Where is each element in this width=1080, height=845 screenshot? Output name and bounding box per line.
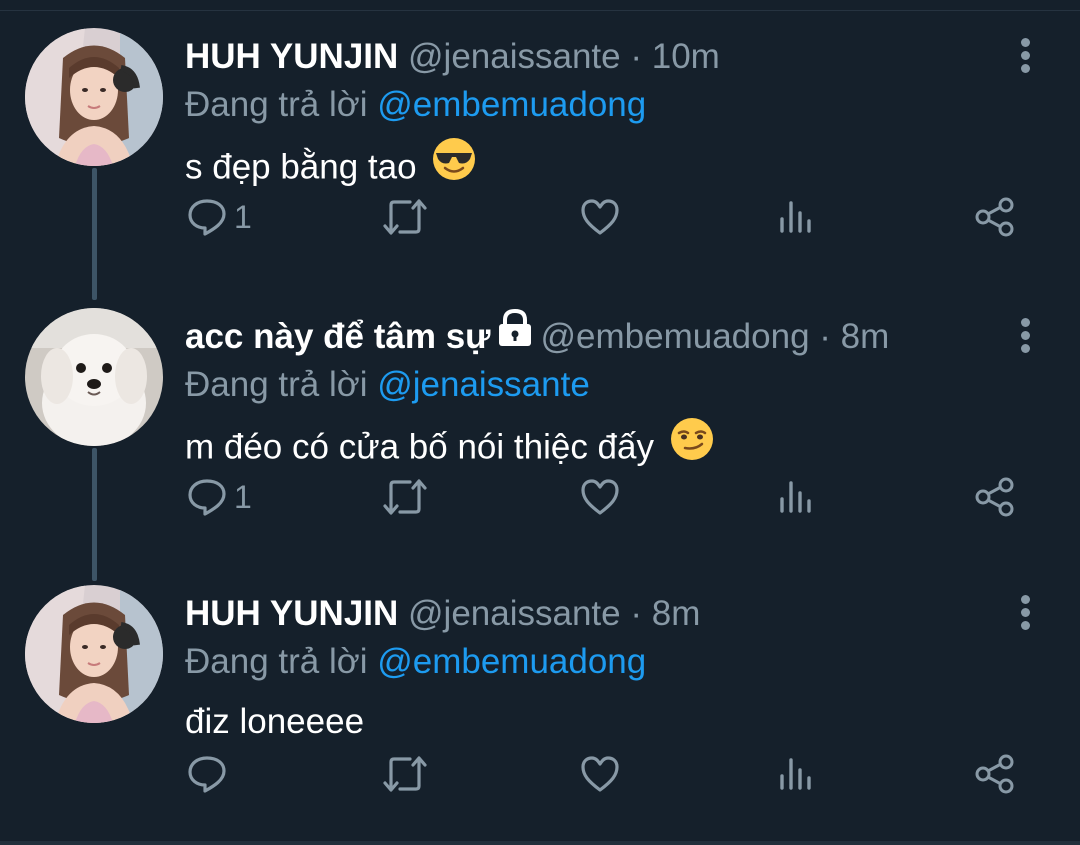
tweet-text: điz loneeee (185, 697, 364, 747)
separator-dot: · (630, 594, 643, 633)
analytics-icon (780, 758, 811, 790)
retweet-icon (383, 199, 427, 235)
tweet-header: acc này để tâm sự @embemuadong · 8m (185, 308, 890, 362)
tweet-text-content: s đẹp bằng tao (185, 147, 417, 187)
smiling-face-with-sunglasses-icon (432, 137, 476, 195)
share-icon (975, 754, 1014, 794)
puppy-avatar-image (25, 308, 163, 446)
reply-mention-link[interactable]: @jenaissante (377, 365, 590, 404)
tweet-header: HUH YUNJIN @jenaissante · 10m (185, 32, 720, 82)
tweet-text: m đéo có cửa bố nói thiệc đấy (185, 417, 714, 478)
share-button[interactable] (974, 192, 1016, 242)
reply-icon (188, 756, 226, 793)
reply-mention-link[interactable]: @embemuadong (377, 642, 646, 681)
retweet-button[interactable] (382, 192, 428, 242)
lock-icon (495, 308, 535, 361)
replying-to: Đang trả lời @embemuadong (185, 637, 646, 687)
smirking-face-icon (670, 417, 714, 475)
like-button[interactable] (580, 749, 620, 799)
separator-dot: · (819, 317, 831, 356)
analytics-button[interactable] (778, 749, 814, 799)
analytics-button[interactable] (778, 472, 814, 522)
more-icon[interactable] (1010, 595, 1040, 635)
reply-prefix: Đang trả lời (185, 365, 368, 404)
tweet[interactable]: HUH YUNJIN @jenaissante · 8m Đang trả lờ… (0, 561, 1080, 841)
tweet-text-content: điz loneeee (185, 702, 365, 741)
share-button[interactable] (974, 472, 1016, 522)
share-icon (975, 477, 1014, 517)
like-button[interactable] (580, 192, 620, 242)
analytics-button[interactable] (778, 192, 814, 242)
timestamp[interactable]: 10m (652, 37, 720, 76)
girl-avatar-image (25, 585, 163, 723)
analytics-icon (780, 481, 811, 513)
tweet-header: HUH YUNJIN @jenaissante · 8m (185, 589, 700, 639)
reply-button[interactable]: 1 (186, 472, 252, 522)
retweet-icon (383, 479, 427, 515)
user-handle[interactable]: @jenaissante (408, 594, 621, 633)
user-handle[interactable]: @jenaissante (408, 37, 621, 76)
display-name[interactable]: HUH YUNJIN (185, 594, 398, 633)
tweet-text-content: m đéo có cửa bố nói thiệc đấy (185, 427, 654, 467)
like-button[interactable] (580, 472, 620, 522)
tweet-actions: 1 (0, 192, 1080, 242)
reply-icon (188, 199, 226, 236)
reply-prefix: Đang trả lời (185, 642, 368, 681)
like-icon (581, 199, 619, 235)
avatar[interactable] (25, 585, 163, 723)
retweet-button[interactable] (382, 749, 428, 799)
reply-mention-link[interactable]: @embemuadong (377, 85, 646, 124)
user-handle[interactable]: @embemuadong (541, 317, 810, 356)
avatar[interactable] (25, 28, 163, 166)
reply-button[interactable] (186, 749, 228, 799)
tweet[interactable]: HUH YUNJIN @jenaissante · 10m Đang trả l… (0, 4, 1080, 284)
reply-count: 1 (234, 478, 252, 515)
separator-dot: · (630, 37, 643, 76)
display-name[interactable]: HUH YUNJIN (185, 37, 398, 76)
like-icon (581, 756, 619, 792)
tweet[interactable]: acc này để tâm sự @embemuadong · 8m Đang … (0, 284, 1080, 564)
reply-button[interactable]: 1 (186, 192, 252, 242)
retweet-button[interactable] (382, 472, 428, 522)
share-button[interactable] (974, 749, 1016, 799)
reply-icon (188, 479, 226, 516)
tweet-actions: 1 (0, 472, 1080, 522)
tweet-actions (0, 749, 1080, 799)
share-icon (975, 197, 1014, 237)
display-name[interactable]: acc này để tâm sự (185, 317, 491, 356)
timestamp[interactable]: 8m (841, 317, 890, 356)
replying-to: Đang trả lời @embemuadong (185, 80, 646, 130)
retweet-icon (383, 756, 427, 792)
tweet-text: s đẹp bằng tao (185, 137, 476, 198)
girl-avatar-image (25, 28, 163, 166)
avatar[interactable] (25, 308, 163, 446)
reply-count: 1 (234, 198, 252, 235)
timestamp[interactable]: 8m (652, 594, 701, 633)
bottom-divider (0, 841, 1080, 845)
reply-prefix: Đang trả lời (185, 85, 368, 124)
more-icon[interactable] (1010, 38, 1040, 78)
replying-to: Đang trả lời @jenaissante (185, 360, 590, 410)
more-icon[interactable] (1010, 318, 1040, 358)
like-icon (581, 479, 619, 515)
analytics-icon (780, 201, 811, 233)
